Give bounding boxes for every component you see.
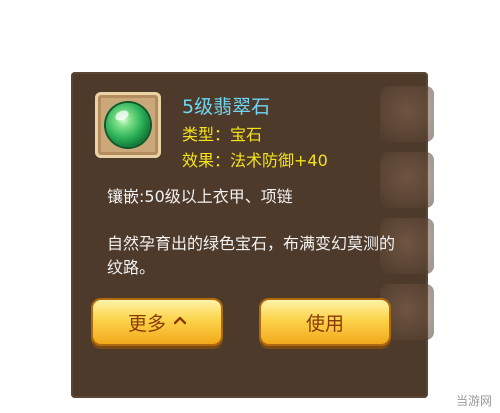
gem-shine [113, 108, 131, 123]
more-button[interactable]: 更多 [91, 298, 223, 346]
watermark-text: 当游网 [455, 394, 492, 408]
item-name: 5级翡翠石 [182, 96, 271, 118]
background-slot [380, 86, 434, 142]
site-watermark: 当游网 [456, 392, 492, 409]
item-lore: 自然孕育出的绿色宝石，布满变幻莫测的纹路。 [107, 234, 396, 277]
socket-requirement: 镶嵌:50级以上衣甲、项链 [107, 187, 293, 206]
chevron-up-icon [174, 316, 186, 326]
item-tooltip-panel: 5级翡翠石 类型：宝石 效果：法术防御+40 镶嵌:50级以上衣甲、项链 自然孕… [71, 72, 434, 398]
use-button-label: 使用 [305, 312, 344, 335]
use-button[interactable]: 使用 [259, 298, 391, 346]
green-gem-icon [106, 103, 150, 147]
item-type: 类型：宝石 [182, 125, 263, 144]
item-icon-frame [95, 92, 161, 158]
item-effect: 效果：法术防御+40 [182, 151, 328, 170]
more-button-label: 更多 [127, 312, 166, 335]
background-slot [380, 152, 434, 208]
